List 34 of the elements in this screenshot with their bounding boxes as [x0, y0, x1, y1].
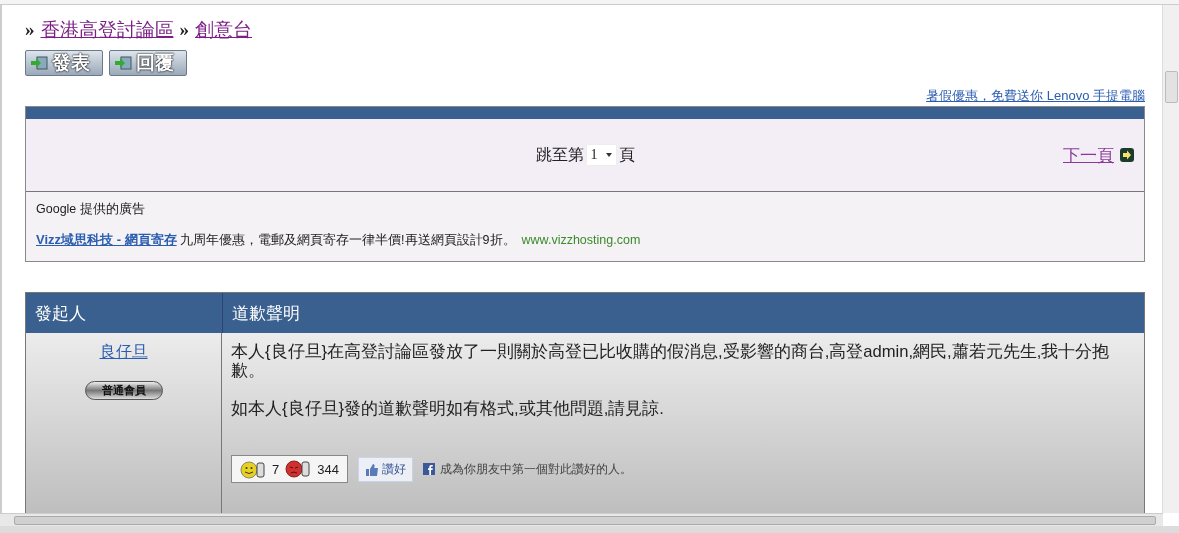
- like-button[interactable]: 讚好: [357, 456, 413, 482]
- ad-url: www.vizzhosting.com: [521, 233, 641, 247]
- column-header: 道歉聲明: [232, 302, 300, 325]
- bad-count: 344: [317, 460, 339, 479]
- angry-thumb-icon[interactable]: [285, 459, 312, 479]
- post-paragraph: 如本人{良仔旦}發的道歉聲明如有格式,或其他問題,請見諒.: [231, 399, 665, 418]
- rank-badge: 普通會員: [84, 381, 163, 400]
- breadcrumb-link[interactable]: 創意台: [195, 17, 252, 43]
- breadcrumb-link[interactable]: 香港高登討論區: [40, 17, 174, 43]
- ads-heading: Google 提供的廣告: [36, 201, 146, 218]
- breadcrumb-separator: »: [179, 19, 189, 41]
- page-select[interactable]: 1: [585, 144, 617, 166]
- next-page-link[interactable]: 下一頁: [1063, 143, 1114, 167]
- post-paragraph: 本人{良仔旦}在高登討論區發放了一則關於高登已比收購的假消息,受影響的商台,高登admin,網民,蕭若元先生,我十分抱歉。: [231, 342, 1111, 380]
- smiley-thumb-icon[interactable]: [240, 459, 266, 479]
- thumbs-up-icon: [364, 462, 379, 476]
- breadcrumb-separator: »: [25, 19, 35, 41]
- scrollbar-thumb[interactable]: [1165, 71, 1178, 103]
- page-label: 頁: [618, 144, 635, 165]
- good-count: 7: [272, 460, 280, 479]
- facebook-icon: [422, 463, 435, 475]
- like-prompt: 成為你朋友中第一個對此讚好的人。: [439, 460, 632, 478]
- vertical-scrollbar[interactable]: [1162, 5, 1179, 513]
- scrollbar-thumb[interactable]: [14, 516, 1156, 525]
- horizontal-scrollbar[interactable]: [0, 513, 1163, 526]
- document-arrow-icon: [30, 55, 48, 71]
- ad-text: 九周年優惠，電郵及網頁寄存一律半價!再送網頁設計9折。: [180, 233, 516, 247]
- author-link[interactable]: 良仔旦: [99, 342, 148, 363]
- jump-label: 跳至第: [535, 144, 584, 165]
- promo-link[interactable]: 暑假優惠，免費送你 Lenovo 手提電腦: [926, 88, 1145, 103]
- arrow-right-icon[interactable]: [1120, 148, 1134, 162]
- document-arrow-icon: [114, 55, 132, 71]
- ad-link[interactable]: Vizz域思科技 - 網頁寄存: [36, 232, 177, 247]
- column-header: 發起人: [35, 302, 86, 325]
